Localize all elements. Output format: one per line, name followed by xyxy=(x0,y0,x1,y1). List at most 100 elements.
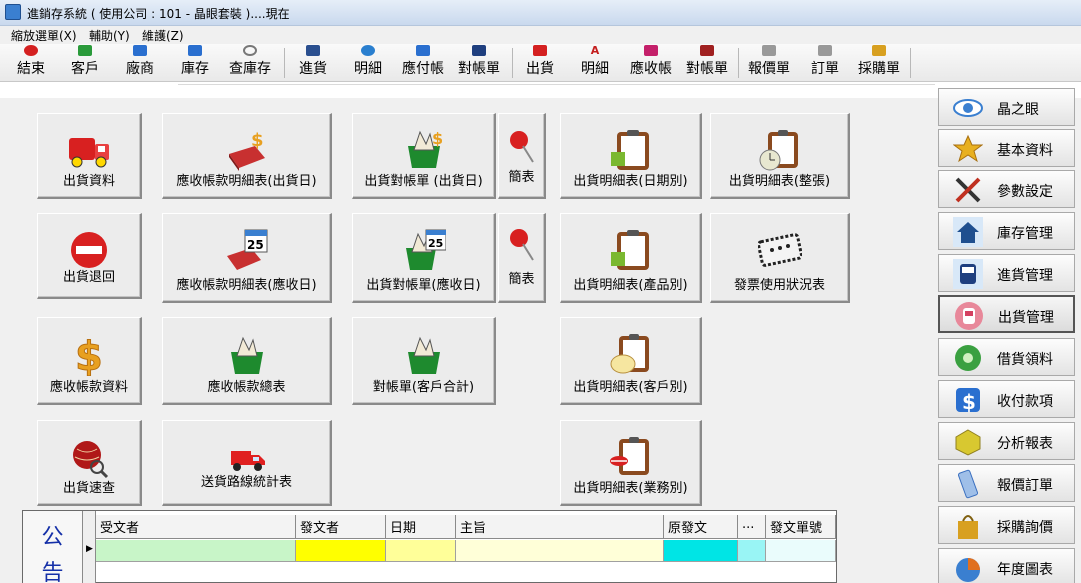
tile-label: 出貨退回 xyxy=(62,270,115,285)
svg-text:$: $ xyxy=(432,129,443,148)
row-header[interactable]: ▶ xyxy=(83,511,96,583)
dollar-sign-icon: $ xyxy=(75,334,104,377)
tile-shipment-data[interactable]: 出貨資料 xyxy=(37,113,142,199)
tile-delivery-route-stats[interactable]: 送貨路線統計表 xyxy=(162,420,332,506)
cell-original-dispatch[interactable] xyxy=(664,540,738,562)
cell-date[interactable] xyxy=(386,540,456,562)
tile-invoice-usage-report[interactable]: 發票使用狀況表 xyxy=(710,213,850,303)
nav-borrow-material-button[interactable]: 借貨領料 xyxy=(938,338,1075,376)
cell-dispatch-number[interactable] xyxy=(766,540,836,562)
tile-receivable-detail-ship-date[interactable]: $ 應收帳款明細表(出貨日) xyxy=(162,113,332,199)
purchase-detail-icon xyxy=(361,45,375,56)
shipment-icon xyxy=(533,45,547,56)
vendor-icon xyxy=(133,45,147,56)
column-header-sender[interactable]: 發文者 xyxy=(296,515,386,539)
nav-parameter-settings-button[interactable]: 參數設定 xyxy=(938,170,1075,208)
tile-statement-customer-total[interactable]: 對帳單(客戶合計) xyxy=(352,317,496,405)
toolbar-payable-button[interactable]: 應付帳 xyxy=(396,44,450,81)
toolbar-purchase-detail-button[interactable]: 明細 xyxy=(347,44,389,81)
clipboard-clock-icon xyxy=(759,130,798,171)
basket-icon xyxy=(230,336,263,374)
cell-more[interactable] xyxy=(738,540,766,562)
nav-quotation-orders-button[interactable]: 報價訂單 xyxy=(938,464,1075,502)
tab-strip xyxy=(178,84,935,98)
toolbar-separator xyxy=(738,48,739,78)
menu-maintain[interactable]: 維護(Z) xyxy=(142,27,184,44)
toolbar-vendor-button[interactable]: 廠商 xyxy=(117,44,163,81)
globe-search-icon xyxy=(73,441,109,479)
tile-label: 出貨明細表(客戶別) xyxy=(573,380,688,395)
cell-sender[interactable] xyxy=(296,540,386,562)
cell-recipient[interactable] xyxy=(96,540,296,562)
nav-crystal-eye-button[interactable]: 晶之眼 xyxy=(938,88,1075,126)
svg-text:25: 25 xyxy=(428,237,443,250)
column-header-original-dispatch[interactable]: 原發文 xyxy=(664,515,738,539)
menu-bar: 縮放選單(X) 輔助(Y) 維護(Z) xyxy=(0,26,1081,44)
dollar-icon: $ xyxy=(956,388,980,414)
toolbar-purchase-button[interactable]: 進貨 xyxy=(292,44,334,81)
inventory-icon xyxy=(188,45,202,56)
nav-purchase-management-button[interactable]: 進貨管理 xyxy=(938,254,1075,292)
bus-icon xyxy=(953,259,983,289)
toolbar-inventory-button[interactable]: 庫存 xyxy=(172,44,218,81)
toolbar-order-button[interactable]: 訂單 xyxy=(805,44,845,81)
column-header-more[interactable]: ... xyxy=(738,515,766,539)
tile-shipment-detail-by-customer[interactable]: 出貨明細表(客戶別) xyxy=(560,317,702,405)
nav-payments-button[interactable]: $ 收付款項 xyxy=(938,380,1075,418)
ledger-dollar-icon: $ xyxy=(228,130,265,171)
toolbar-search-inventory-button[interactable]: 查庫存 xyxy=(223,44,277,81)
purchase-order-icon xyxy=(872,45,886,56)
toolbar-purchase-statement-button[interactable]: 對帳單 xyxy=(453,44,505,81)
nav-annual-charts-button[interactable]: 年度圖表 xyxy=(938,548,1075,583)
notice-label: 告 xyxy=(41,561,64,583)
tile-shipment-detail-full[interactable]: 出貨明細表(整張) xyxy=(710,113,850,199)
toolbar-separator xyxy=(512,48,513,78)
tile-shipment-quick-search[interactable]: 出貨速查 xyxy=(37,420,142,506)
title-bar: 進銷存系統 ( 使用公司 : 101 - 晶眼套裝 )....現在 xyxy=(0,0,1081,26)
tile-shipment-statement-ship-date[interactable]: $ 出貨對帳單 (出貨日) xyxy=(352,113,496,199)
tile-shipment-detail-by-date[interactable]: 出貨明細表(日期別) xyxy=(560,113,702,199)
nav-analysis-reports-button[interactable]: 分析報表 xyxy=(938,422,1075,460)
toolbar-shipment-statement-button[interactable]: 對帳單 xyxy=(681,44,733,81)
tile-shipment-return[interactable]: 出貨退回 xyxy=(37,213,142,299)
nav-purchase-inquiry-button[interactable]: 採購詢價 xyxy=(938,506,1075,544)
toolbar-exit-button[interactable]: 結束 xyxy=(8,44,54,81)
tile-shipment-detail-by-product[interactable]: 出貨明細表(產品別) xyxy=(560,213,702,303)
cell-subject[interactable] xyxy=(456,540,664,562)
tile-receivable-detail-due-date[interactable]: 25 應收帳款明細表(應收日) xyxy=(162,213,332,303)
column-header-date[interactable]: 日期 xyxy=(386,515,456,539)
column-header-recipient[interactable]: 受文者 xyxy=(96,515,296,539)
window-title: 進銷存系統 ( 使用公司 : 101 - 晶眼套裝 )....現在 xyxy=(27,7,290,21)
menu-help[interactable]: 輔助(Y) xyxy=(89,27,130,44)
tile-receivable-data[interactable]: $ 應收帳款資料 xyxy=(37,317,142,405)
tile-receivable-summary[interactable]: 應收帳款總表 xyxy=(162,317,332,405)
tile-label: 出貨對帳單 (出貨日) xyxy=(364,174,483,189)
tile-label: 發票使用狀況表 xyxy=(733,278,825,293)
phone-icon xyxy=(957,469,979,499)
pushpin-icon xyxy=(510,229,534,261)
cd-icon xyxy=(955,345,981,371)
nav-inventory-management-button[interactable]: 庫存管理 xyxy=(938,212,1075,250)
toolbar-purchase-order-button[interactable]: 採購單 xyxy=(852,44,906,81)
clipboard-lips-icon xyxy=(609,437,649,475)
tile-label: 出貨對帳單(應收日) xyxy=(366,278,481,293)
toolbar-shipment-button[interactable]: 出貨 xyxy=(519,44,561,81)
toolbar-quotation-button[interactable]: 報價單 xyxy=(742,44,796,81)
invoice-stamp-icon xyxy=(757,233,802,267)
nav-basic-data-button[interactable]: 基本資料 xyxy=(938,129,1075,167)
menu-zoom[interactable]: 縮放選單(X) xyxy=(11,27,77,44)
ledger-calendar-icon: 25 xyxy=(226,229,267,270)
basket-icon xyxy=(407,336,440,374)
nav-shipment-management-button[interactable]: 出貨管理 xyxy=(938,295,1075,333)
toolbar-shipment-detail-button[interactable]: A 明細 xyxy=(574,44,616,81)
toolbar-customer-button[interactable]: 客戶 xyxy=(62,44,108,81)
shipment-statement-icon xyxy=(700,45,714,56)
tile-shipment-statement-due-date[interactable]: 25 出貨對帳單(應收日) xyxy=(352,213,496,303)
tile-brief-report-2[interactable]: 簡表 xyxy=(498,213,546,303)
toolbar-receivable-button[interactable]: 應收帳 xyxy=(624,44,678,81)
column-header-dispatch-number[interactable]: 發文單號 xyxy=(766,515,836,539)
tile-shipment-detail-by-salesperson[interactable]: 出貨明細表(業務別) xyxy=(560,420,702,506)
clipboard-icon xyxy=(610,130,649,170)
column-header-subject[interactable]: 主旨 xyxy=(456,515,664,539)
tile-brief-report-1[interactable]: 簡表 xyxy=(498,113,546,199)
